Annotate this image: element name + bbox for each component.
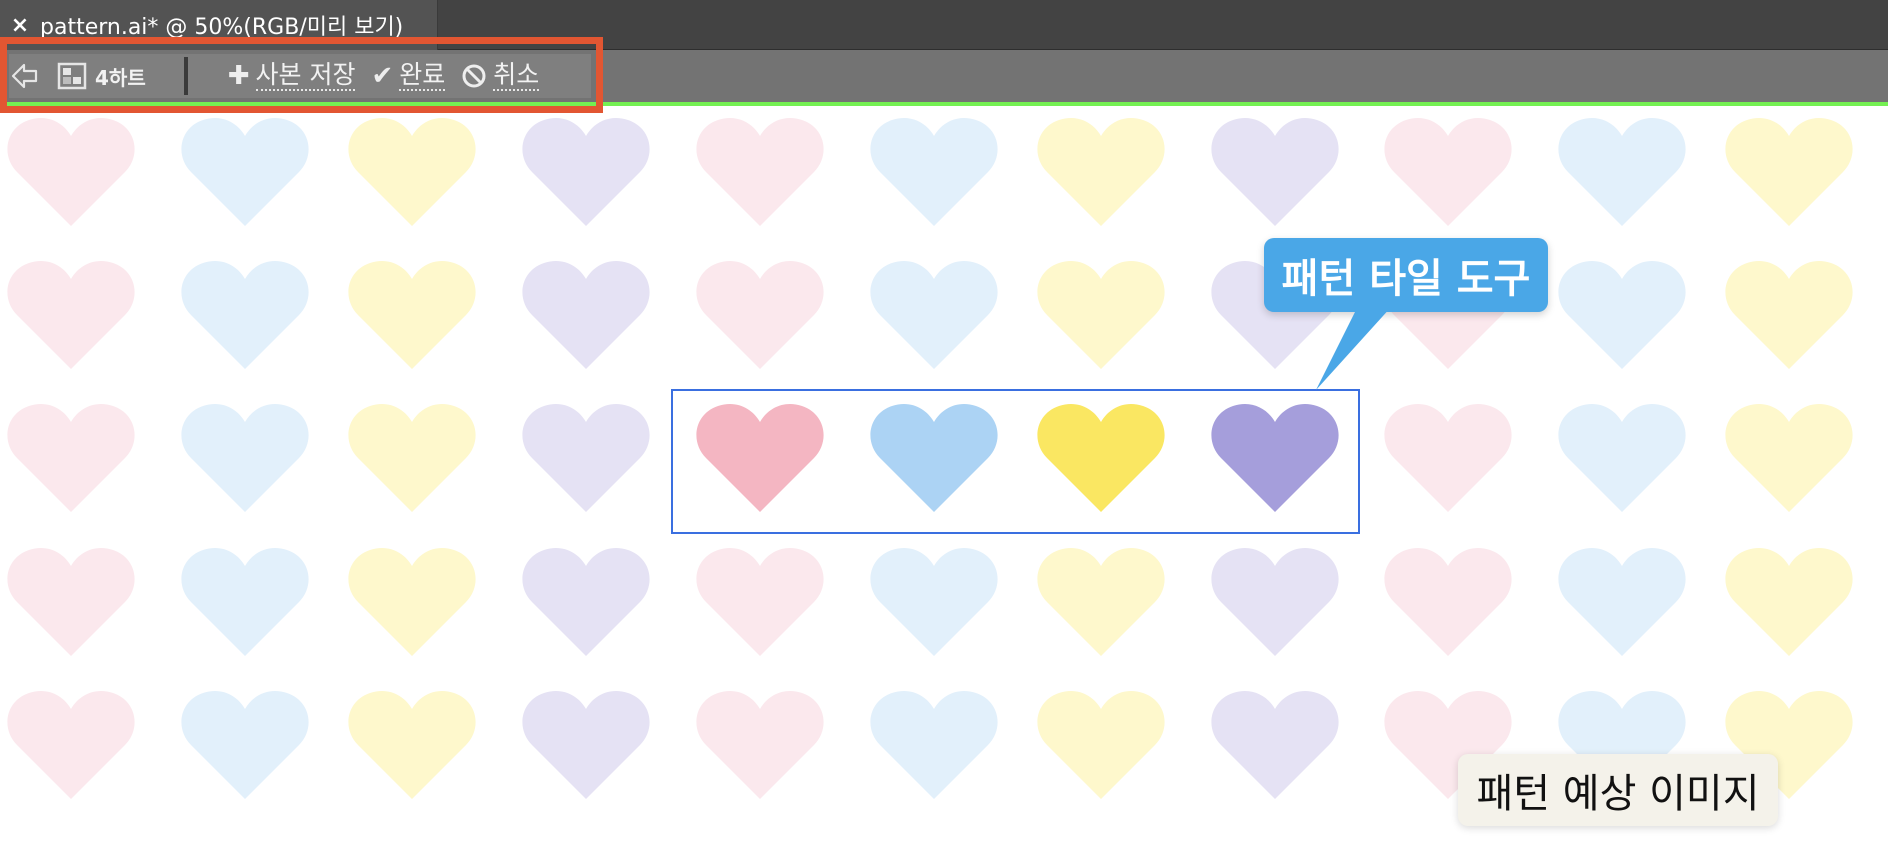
pattern-preview-heart: [1037, 260, 1165, 369]
pattern-preview-heart: [7, 117, 135, 226]
pattern-preview-heart: [522, 403, 650, 512]
pattern-preview-heart: [7, 690, 135, 799]
pattern-preview-heart: [696, 117, 824, 226]
pattern-preview-heart: [1725, 260, 1853, 369]
pattern-preview-heart: [7, 403, 135, 512]
pattern-preview-heart: [1037, 117, 1165, 226]
pattern-preview-heart: [1211, 117, 1339, 226]
pattern-preview-heart: [522, 117, 650, 226]
pattern-preview-heart: [1384, 547, 1512, 656]
pattern-preview-heart: [7, 547, 135, 656]
pattern-preview-heart: [348, 547, 476, 656]
pattern-preview-heart: [1384, 117, 1512, 226]
pattern-preview-heart: [870, 260, 998, 369]
pattern-preview-heart: [870, 690, 998, 799]
pattern-tile-tool-callout: 패턴 타일 도구: [1264, 238, 1548, 312]
pattern-preview-heart: [181, 403, 309, 512]
pattern-preview-heart: [7, 260, 135, 369]
close-tab-icon[interactable]: ×: [0, 13, 40, 38]
pattern-preview-heart: [1725, 117, 1853, 226]
pattern-preview-heart: [1558, 117, 1686, 226]
pattern-preview-heart: [181, 690, 309, 799]
pattern-preview-heart: [1558, 547, 1686, 656]
pattern-preview-note: 패턴 예상 이미지: [1458, 754, 1778, 826]
pattern-preview-heart: [522, 547, 650, 656]
pattern-preview-heart: [1558, 403, 1686, 512]
pattern-preview-heart: [181, 547, 309, 656]
pattern-preview-heart: [870, 547, 998, 656]
pattern-preview-heart: [1725, 547, 1853, 656]
pattern-preview-heart: [1037, 547, 1165, 656]
pattern-preview-heart: [348, 117, 476, 226]
pattern-preview-heart: [348, 260, 476, 369]
toolbar-highlight-frame: [0, 37, 603, 113]
pattern-preview-heart: [1211, 690, 1339, 799]
pattern-preview-heart: [348, 403, 476, 512]
pattern-preview-heart: [1384, 403, 1512, 512]
pattern-preview-heart: [181, 117, 309, 226]
pattern-preview-heart: [348, 690, 476, 799]
pattern-preview-heart: [1037, 690, 1165, 799]
pattern-preview-heart: [522, 260, 650, 369]
pattern-tile-bounds[interactable]: [671, 389, 1360, 534]
pattern-preview-heart: [870, 117, 998, 226]
pattern-preview-heart: [1558, 260, 1686, 369]
pattern-preview-heart: [696, 260, 824, 369]
pattern-preview-heart: [1725, 403, 1853, 512]
pattern-preview-heart: [1211, 547, 1339, 656]
pattern-preview-heart: [696, 690, 824, 799]
pattern-preview-heart: [181, 260, 309, 369]
pattern-preview-heart: [696, 547, 824, 656]
pattern-preview-heart: [522, 690, 650, 799]
callout-pointer: [1316, 306, 1392, 390]
